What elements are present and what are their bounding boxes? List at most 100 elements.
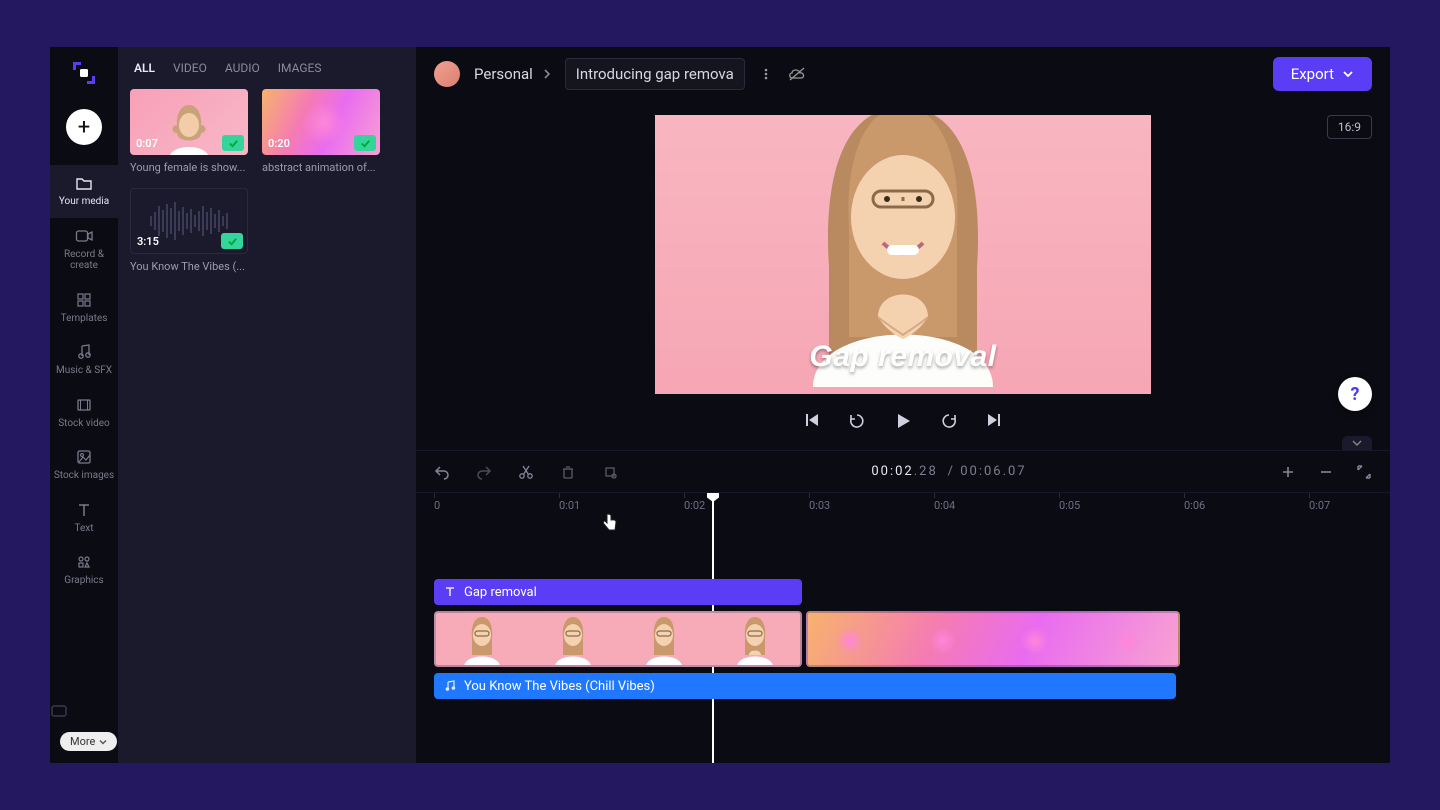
nav-label: Stock images: [50, 470, 118, 482]
media-tab-video[interactable]: VIDEO: [173, 61, 207, 75]
forward-button[interactable]: [940, 412, 958, 430]
nav-item-record-create[interactable]: Record & create: [50, 218, 118, 282]
media-caption: Young female is show...: [130, 161, 248, 174]
project-title-input[interactable]: [565, 58, 745, 90]
undo-button[interactable]: [434, 464, 450, 480]
timeline-ruler[interactable]: 00:010:020:030:040:050:060:07: [434, 493, 1390, 521]
media-item[interactable]: 0:07 Young female is show...: [130, 89, 248, 174]
nav-item-graphics[interactable]: Graphics: [50, 544, 118, 597]
crop-button[interactable]: [602, 464, 618, 480]
media-tab-images[interactable]: IMAGES: [278, 61, 322, 75]
main-stage: Personal Export 16:9 ?: [416, 47, 1390, 763]
duration-badge: 3:15: [137, 235, 159, 248]
video-clip[interactable]: [806, 611, 1180, 667]
redo-button[interactable]: [476, 464, 492, 480]
nav-label: Music & SFX: [50, 365, 118, 377]
media-item[interactable]: 0:20 abstract animation of...: [262, 89, 380, 174]
video-clip[interactable]: [434, 611, 802, 667]
text-icon: [444, 586, 456, 598]
ruler-tick: 0:04: [934, 499, 955, 512]
workspace-switcher[interactable]: Personal: [474, 65, 551, 83]
added-check-icon: [354, 135, 376, 151]
workspace-name: Personal: [474, 65, 533, 83]
nav-overflow-icon: [50, 704, 118, 718]
zoom-in-button[interactable]: [1280, 464, 1296, 480]
timeline[interactable]: 00:010:020:030:040:050:060:07 Gap remova…: [416, 492, 1390, 763]
added-check-icon: [222, 135, 244, 151]
topbar: Personal Export: [416, 47, 1390, 101]
play-button[interactable]: [894, 412, 912, 430]
ruler-tick: 0:05: [1059, 499, 1080, 512]
nav-icon: [50, 501, 118, 519]
aspect-ratio-button[interactable]: 16:9: [1327, 115, 1372, 139]
media-caption: You Know The Vibes (...: [130, 260, 248, 273]
skip-start-button[interactable]: [804, 412, 820, 430]
media-grid: 0:07 Young female is show... 0:20 abstra…: [130, 89, 404, 273]
text-clip[interactable]: Gap removal: [434, 579, 802, 605]
cursor-icon: [602, 513, 618, 531]
help-button[interactable]: ?: [1338, 377, 1372, 411]
ruler-tick: 0:06: [1184, 499, 1205, 512]
nav-item-your-media[interactable]: Your media: [50, 165, 118, 218]
music-note-icon: [444, 680, 456, 692]
app-window: + Your media Record & create Templates Musi…: [50, 47, 1390, 763]
video-track: [434, 611, 1390, 667]
audio-clip[interactable]: You Know The Vibes (Chill Vibes): [434, 673, 1176, 699]
duration-badge: 0:07: [136, 137, 158, 150]
nav-icon: [50, 227, 118, 245]
nav-label: Templates: [50, 313, 118, 325]
ruler-tick: 0:07: [1309, 499, 1330, 512]
nav-item-stock-images[interactable]: Stock images: [50, 439, 118, 492]
media-item[interactable]: 3:15 You Know The Vibes (...: [130, 188, 248, 273]
nav-icon: [50, 448, 118, 466]
split-button[interactable]: [518, 464, 534, 480]
cloud-sync-off-icon[interactable]: [787, 67, 807, 81]
nav-label: Your media: [50, 196, 118, 208]
nav-icon: [50, 553, 118, 571]
nav-label: Record & create: [50, 249, 118, 272]
nav-more-button[interactable]: More: [60, 732, 117, 751]
media-caption: abstract animation of...: [262, 161, 380, 174]
ruler-tick: 0: [434, 499, 440, 512]
media-tabs: ALL VIDEO AUDIO IMAGES: [130, 61, 404, 89]
chevron-down-icon: [1342, 68, 1354, 80]
nav-icon: [50, 343, 118, 361]
fit-timeline-button[interactable]: [1356, 464, 1372, 480]
nav-item-music-sfx[interactable]: Music & SFX: [50, 334, 118, 387]
rewind-button[interactable]: [848, 412, 866, 430]
zoom-out-button[interactable]: [1318, 464, 1334, 480]
export-button[interactable]: Export: [1273, 57, 1372, 91]
chevron-right-icon: [543, 68, 551, 80]
duration-badge: 0:20: [268, 137, 290, 150]
avatar[interactable]: [434, 61, 460, 87]
audio-clip-label: You Know The Vibes (Chill Vibes): [464, 679, 655, 694]
text-clip-label: Gap removal: [464, 585, 537, 600]
skip-end-button[interactable]: [986, 412, 1002, 430]
media-tab-audio[interactable]: AUDIO: [225, 61, 260, 75]
media-panel: ALL VIDEO AUDIO IMAGES 0:07 Young female…: [118, 47, 416, 763]
media-tab-all[interactable]: ALL: [134, 61, 155, 75]
timeline-toolbar: 00:02.28 / 00:06.07: [416, 450, 1390, 492]
nav-item-stock-video[interactable]: Stock video: [50, 387, 118, 440]
add-media-button[interactable]: +: [66, 109, 102, 145]
preview-area: Gap removal: [416, 101, 1390, 450]
collapse-inspector-button[interactable]: [1342, 436, 1372, 450]
nav-icon: [50, 396, 118, 414]
ruler-tick: 0:03: [809, 499, 830, 512]
nav-label: Graphics: [50, 575, 118, 587]
timecode-display: 00:02.28 / 00:06.07: [644, 464, 1254, 479]
preview-caption-text: Gap removal: [809, 340, 996, 374]
video-preview[interactable]: Gap removal: [655, 115, 1151, 394]
nav-item-templates[interactable]: Templates: [50, 282, 118, 335]
nav-item-text[interactable]: Text: [50, 492, 118, 545]
media-thumbnail: 0:20: [262, 89, 380, 155]
ruler-tick: 0:01: [559, 499, 580, 512]
added-check-icon: [221, 233, 243, 249]
more-options-icon[interactable]: [759, 67, 773, 81]
nav-label: Stock video: [50, 418, 118, 430]
playback-controls: [804, 394, 1002, 436]
nav-icon: [50, 174, 118, 192]
nav-label: Text: [50, 523, 118, 535]
media-thumbnail: 3:15: [130, 188, 248, 254]
delete-button[interactable]: [560, 464, 576, 480]
